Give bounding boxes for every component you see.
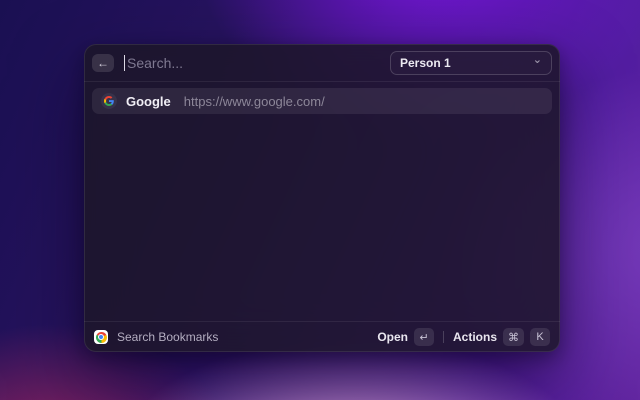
chrome-logo-icon [94,330,108,344]
footer-divider [442,331,444,343]
google-favicon-icon [101,93,117,109]
results-list: Google https://www.google.com/ [84,82,560,120]
profile-dropdown-value: Person 1 [400,55,451,70]
enter-key-badge: ↵ [413,328,434,346]
back-arrow-icon: ← [97,55,109,70]
text-caret [124,54,125,71]
launcher-footer: Search Bookmarks Open ↵ Actions ⌘ K [84,321,560,352]
launcher-window: ← Search... Person 1 ⌄ Google https://ww… [84,44,560,352]
launcher-header: ← Search... Person 1 ⌄ [84,44,560,82]
desktop-background: ← Search... Person 1 ⌄ Google https://ww… [0,0,640,400]
profile-dropdown[interactable]: Person 1 ⌄ [390,50,552,75]
actions-label: Actions [452,330,497,344]
cmd-key-badge: ⌘ [503,328,524,346]
result-subtitle: https://www.google.com/ [183,93,325,109]
chevron-down-icon: ⌄ [532,54,542,66]
actions-button[interactable]: Actions ⌘ K [453,328,550,346]
footer-command-name: Search Bookmarks [117,330,219,344]
open-label: Open [377,330,408,344]
back-button[interactable]: ← [92,53,114,72]
search-input[interactable]: Search... [124,54,380,71]
result-row-google[interactable]: Google https://www.google.com/ [92,88,552,114]
results-empty-area [84,120,560,321]
open-button[interactable]: Open ↵ [377,328,434,346]
search-placeholder: Search... [127,54,184,71]
k-key-badge: K [530,328,550,346]
footer-actions: Open ↵ Actions ⌘ K [377,328,550,346]
result-title: Google [126,93,171,109]
